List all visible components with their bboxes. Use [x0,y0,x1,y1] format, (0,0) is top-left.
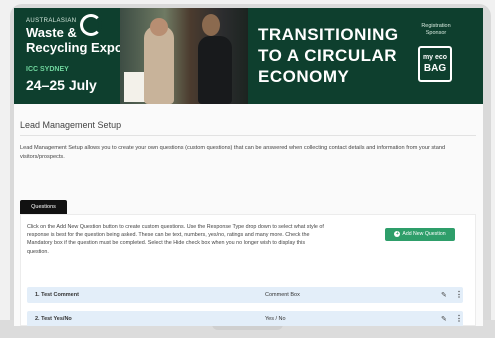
main-content: Lead Management Setup Lead Management Se… [14,104,483,326]
edit-icon[interactable]: ✎ [441,315,447,323]
event-venue: ICC SYDNEY [26,66,69,73]
divider [20,135,476,136]
add-button-label: Add New Question [402,231,446,237]
person-1-head [150,18,168,36]
headline-line3: ECONOMY [258,67,350,86]
banner-headline: TRANSITIONING TO A CIRCULAR ECONOMY [258,24,399,87]
sponsor-logo: my eco BAG [418,46,452,82]
person-2 [198,36,232,104]
page-description: Lead Management Setup allows you to crea… [20,145,446,160]
more-options-icon[interactable]: ⋮ [455,290,463,299]
question-type: Yes / No [265,316,286,322]
add-new-question-button[interactable]: + Add New Question [385,228,455,241]
plus-icon: + [394,230,401,237]
headline-line2: TO A CIRCULAR [258,46,398,65]
event-name-line2: Recycling Expo [26,40,123,55]
question-row[interactable]: 2. Test Yes/No Yes / No ✎ ⋮ [27,311,463,326]
sponsor-logo-line1: my eco [422,54,448,61]
edit-icon[interactable]: ✎ [441,291,447,299]
sponsor-logo-line2: BAG [423,63,447,74]
question-name: 1. Test Comment [35,292,79,298]
question-name: 2. Test Yes/No [35,316,72,322]
banner-photo [120,8,248,104]
headline-line1: TRANSITIONING [258,25,399,44]
instructions-text: Click on the Add New Question button to … [27,224,324,255]
tab-questions[interactable]: Questions [20,200,67,214]
questions-panel: Click on the Add New Question button to … [20,214,476,326]
more-options-icon[interactable]: ⋮ [455,314,463,323]
screen: AUSTRALASIAN Waste & Recycling Expo ICC … [14,8,483,326]
question-row[interactable]: 1. Test Comment Comment Box ✎ ⋮ [27,287,463,303]
person-2-head [202,14,220,36]
recycle-logo-icon [80,14,102,36]
event-dates: 24–25 July [26,77,97,93]
event-name-line1: Waste & [26,25,77,40]
question-type: Comment Box [265,292,300,298]
event-prefix: AUSTRALASIAN [26,18,77,24]
event-banner[interactable]: AUSTRALASIAN Waste & Recycling Expo ICC … [14,8,483,104]
sponsor-label: Registration Sponsor [421,23,451,36]
person-1 [144,26,174,104]
bag-image [124,72,146,102]
event-logo: AUSTRALASIAN Waste & Recycling Expo [26,18,123,54]
page-title: Lead Management Setup [20,120,122,130]
